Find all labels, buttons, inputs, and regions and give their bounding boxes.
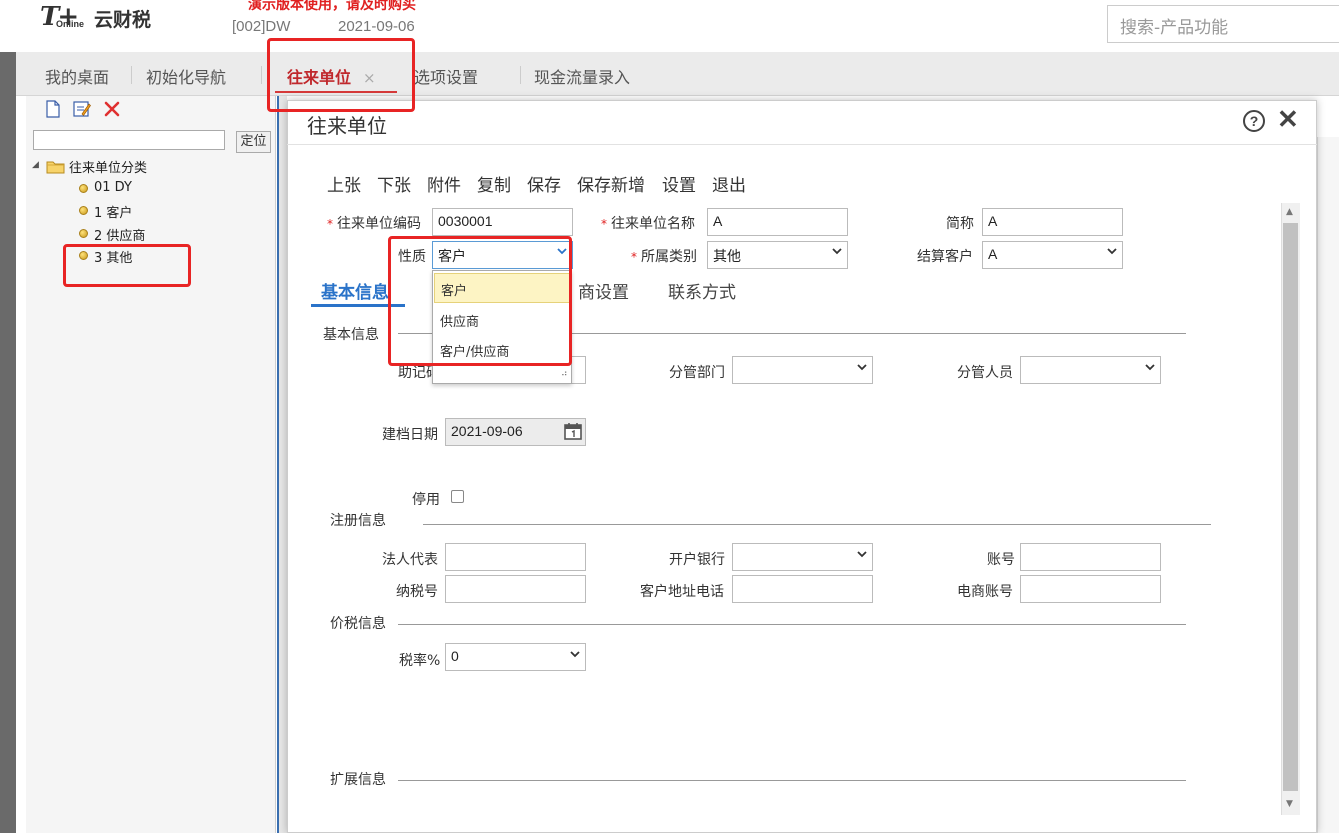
name-label: * 往来单位名称 xyxy=(601,216,695,232)
disable-checkbox[interactable] xyxy=(451,490,464,503)
tab-cashflow[interactable]: 现金流量录入 xyxy=(534,64,630,88)
dialog-title: 往来单位 xyxy=(307,114,387,138)
exit-button[interactable]: 退出 xyxy=(712,171,746,196)
group-price-tax: 价税信息 xyxy=(330,616,386,632)
divider xyxy=(398,624,1186,625)
save-button[interactable]: 保存 xyxy=(527,171,561,196)
background-grid-edge xyxy=(1317,137,1339,833)
person-label: 分管人员 xyxy=(957,365,1013,381)
node-icon xyxy=(79,184,88,193)
disable-label: 停用 xyxy=(412,492,440,508)
tax-no-label: 纳税号 xyxy=(396,584,438,600)
tab-merchant-settings[interactable]: 商设置 xyxy=(578,278,629,303)
short-name-input[interactable]: A xyxy=(982,208,1123,236)
tax-no-input[interactable] xyxy=(445,575,586,603)
attachment-button[interactable]: 附件 xyxy=(427,171,461,196)
logo-text: 云财税 xyxy=(94,9,152,31)
dept-label: 分管部门 xyxy=(669,365,725,381)
settle-customer-select[interactable]: A xyxy=(982,241,1123,269)
legal-rep-label: 法人代表 xyxy=(382,552,438,568)
group-basic-info: 基本信息 xyxy=(323,327,379,343)
settle-customer-label: 结算客户 xyxy=(917,249,973,265)
next-button[interactable]: 下张 xyxy=(377,171,411,196)
locate-input[interactable] xyxy=(33,130,225,150)
group-register-info: 注册信息 xyxy=(330,513,386,529)
node-icon xyxy=(79,229,88,238)
help-icon[interactable]: ? xyxy=(1243,110,1265,132)
edit-icon[interactable] xyxy=(73,100,91,118)
scroll-up-icon[interactable]: ▲ xyxy=(1286,207,1293,217)
tree-collapse-icon[interactable]: ◢ xyxy=(32,160,39,170)
tax-rate-label: 税率% xyxy=(399,653,441,669)
group-extension: 扩展信息 xyxy=(330,772,386,788)
divider xyxy=(398,780,1186,781)
bank-label: 开户银行 xyxy=(669,552,725,568)
folder-icon xyxy=(46,161,65,174)
name-input[interactable]: A xyxy=(707,208,848,236)
ecom-account-label: 电商账号 xyxy=(957,584,1013,600)
address-phone-label: 客户地址电话 xyxy=(640,584,724,600)
prev-button[interactable]: 上张 xyxy=(327,171,361,196)
legal-rep-input[interactable] xyxy=(445,543,586,571)
node-icon xyxy=(79,206,88,215)
save-new-button[interactable]: 保存新增 xyxy=(577,171,645,196)
tab-init-guide[interactable]: 初始化导航 xyxy=(146,64,226,88)
copy-button[interactable]: 复制 xyxy=(477,171,511,196)
account-no-input[interactable] xyxy=(1020,543,1161,571)
tab-contact[interactable]: 联系方式 xyxy=(668,278,736,303)
category-select[interactable]: 其他 xyxy=(707,241,848,269)
annotation-highlight xyxy=(63,244,191,287)
scrollbar-thumb[interactable] xyxy=(1283,223,1298,791)
calendar-icon[interactable] xyxy=(564,422,582,440)
locate-button[interactable]: 定位 xyxy=(236,131,271,153)
settings-button[interactable]: 设置 xyxy=(662,171,696,196)
divider xyxy=(287,144,1317,145)
tab-options[interactable]: 选项设置 xyxy=(414,64,478,88)
demo-warning[interactable]: 演示版本使用，请及时购买 xyxy=(248,0,416,14)
chevron-down-icon xyxy=(856,361,867,371)
tree-item[interactable]: 01 DY xyxy=(94,180,132,195)
tax-rate-select[interactable]: 0 xyxy=(445,643,586,671)
resize-grip-icon[interactable]: ⠴ xyxy=(561,369,568,379)
category-panel xyxy=(26,96,276,833)
create-date-label: 建档日期 xyxy=(382,427,438,443)
tab-basic-info[interactable]: 基本信息 xyxy=(321,278,389,303)
logo-online: Online xyxy=(56,19,85,29)
tree-item[interactable]: 1 客户 xyxy=(94,202,132,221)
app-header: T+ Online 云财税 演示版本使用，请及时购买 [002]DW 2021-… xyxy=(0,0,1339,52)
chevron-down-icon xyxy=(1106,245,1117,255)
chevron-down-icon xyxy=(1144,361,1155,371)
address-phone-input[interactable] xyxy=(732,575,873,603)
annotation-highlight xyxy=(388,236,572,366)
window-edge xyxy=(0,0,16,833)
chevron-down-icon xyxy=(856,548,867,558)
create-date-input[interactable]: 2021-09-06 xyxy=(445,418,586,446)
chevron-down-icon xyxy=(569,648,580,658)
account-set: [002]DW xyxy=(232,18,291,35)
account-no-label: 账号 xyxy=(987,552,1015,568)
chevron-down-icon xyxy=(831,245,842,255)
login-date: 2021-09-06 xyxy=(338,18,415,35)
divider xyxy=(423,524,1211,525)
short-name-label: 简称 xyxy=(946,216,974,232)
close-icon[interactable]: ✕ xyxy=(1277,104,1299,135)
tab-bar: 我的桌面 初始化导航 往来单位 × 选项设置 现金流量录入 xyxy=(16,52,1339,96)
tab-desktop[interactable]: 我的桌面 xyxy=(45,64,109,88)
category-label: * 所属类别 xyxy=(631,249,697,265)
panel-splitter[interactable] xyxy=(277,96,287,833)
annotation-highlight xyxy=(267,38,415,112)
code-input[interactable]: 0030001 xyxy=(432,208,573,236)
delete-icon[interactable] xyxy=(103,100,121,118)
code-label: * 往来单位编码 xyxy=(327,216,421,232)
new-doc-icon[interactable] xyxy=(44,100,62,118)
scroll-down-icon[interactable]: ▼ xyxy=(1286,799,1293,809)
ecom-account-input[interactable] xyxy=(1020,575,1161,603)
person-select[interactable] xyxy=(1020,356,1161,384)
dept-select[interactable] xyxy=(732,356,873,384)
tree-item[interactable]: 2 供应商 xyxy=(94,225,145,244)
tree-root[interactable]: 往来单位分类 xyxy=(69,157,147,176)
search-input[interactable]: 搜索-产品功能 xyxy=(1107,5,1339,43)
bank-select[interactable] xyxy=(732,543,873,571)
